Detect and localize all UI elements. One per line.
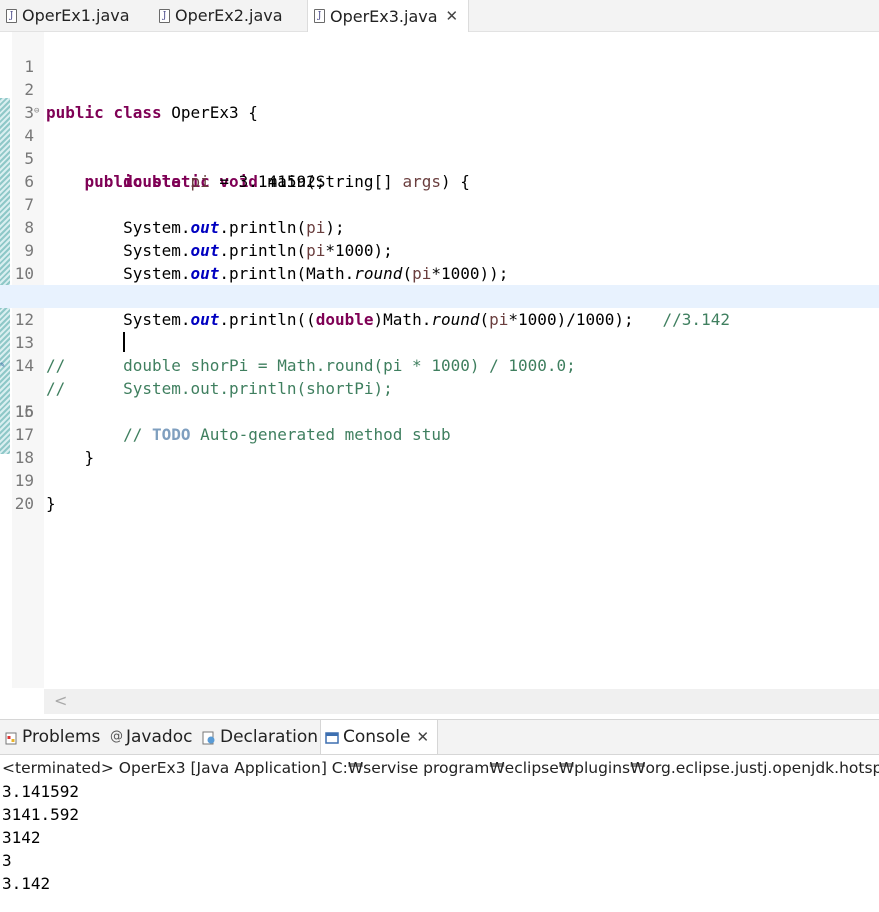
close-icon[interactable]: ✕ [446, 7, 459, 25]
tab-declaration[interactable]: Declaration [198, 720, 318, 754]
code-line: 5 double pi = 3.141592; [0, 124, 879, 191]
code-line: 7 System.out.println(pi); [0, 170, 879, 237]
code-line: 11 System.out.println((double)Math.round… [0, 262, 879, 329]
code-line: ✎ 15 // TODO Auto-generated method stub [0, 360, 451, 444]
problems-icon [4, 730, 18, 745]
code-line: 6 [0, 147, 879, 191]
code-line: 13 // double shorPi = Math.round(pi * 10… [0, 308, 879, 375]
code-line: 2 public class OperEx3 { [0, 55, 879, 122]
console-output-line: 3 [2, 851, 12, 870]
code-line: 16 [0, 377, 879, 421]
code-line: 8 System.out.println(pi*1000); [0, 193, 879, 260]
declaration-icon [202, 730, 216, 745]
tab-operex2[interactable]: J OperEx2.java [153, 0, 283, 31]
console-output[interactable]: 3.141592 3141.592 3142 3 3.142 [0, 780, 879, 895]
tab-operex3[interactable]: J OperEx3.java ✕ [307, 0, 470, 32]
java-file-icon: J [314, 9, 325, 23]
code-line: 14 // System.out.println(shortPi); [0, 331, 879, 398]
tab-label: OperEx2.java [175, 6, 283, 25]
javadoc-icon: @ [110, 729, 123, 744]
console-output-line: 3.142 [2, 874, 51, 893]
code-line: 18 [0, 423, 879, 467]
code-line: 4 ⊖ public static void main(String[] arg… [0, 101, 879, 191]
tab-javadoc[interactable]: @ Javadoc [106, 720, 192, 754]
tab-label: OperEx3.java [330, 6, 438, 26]
tab-label: Problems [22, 727, 101, 747]
code-line: 20 [0, 469, 879, 513]
editor-tab-bar: J OperEx1.java J OperEx2.java J OperEx3.… [0, 0, 879, 32]
tab-label: Console [343, 727, 411, 747]
code-line: 17 } [0, 400, 879, 467]
line-number: 20 [14, 494, 34, 513]
java-file-icon: J [159, 8, 170, 23]
bottom-panel-tabs: Problems @ Javadoc Declaration Console ✕ [0, 719, 879, 755]
close-icon[interactable]: ✕ [417, 728, 430, 746]
tab-problems[interactable]: Problems [0, 720, 100, 754]
scroll-left-icon[interactable]: < [54, 691, 67, 710]
fold-collapse-icon[interactable]: ⊖ [34, 101, 39, 122]
horizontal-scrollbar[interactable]: < [44, 689, 879, 714]
code-line: 9 System.out.println(Math.round(pi*1000)… [0, 216, 879, 283]
code-line: 1 [0, 32, 879, 76]
task-marker-icon[interactable]: ✎ [0, 360, 8, 369]
code-line: 3 [0, 78, 879, 122]
current-code-line: 12 [0, 285, 879, 352]
console-output-line: 3142 [2, 828, 41, 847]
code-editor[interactable]: 1 2 public class OperEx3 { 3 4 ⊖ public … [0, 32, 879, 688]
tab-operex1[interactable]: J OperEx1.java [0, 0, 130, 31]
console-output-line: 3141.592 [2, 805, 80, 824]
tab-label: Javadoc [126, 727, 193, 747]
tab-label: OperEx1.java [22, 6, 130, 25]
tab-console[interactable]: Console ✕ [320, 720, 439, 754]
console-output-line: 3.141592 [2, 782, 80, 801]
code-line: 19 } [0, 446, 879, 513]
java-file-icon: J [6, 8, 17, 23]
code-line: 10 System.out.println(Math.round(pi*1000… [0, 239, 879, 306]
console-status: <terminated> OperEx3 [Java Application] … [2, 759, 879, 777]
tab-label: Declaration [220, 727, 319, 747]
console-icon [325, 730, 339, 744]
